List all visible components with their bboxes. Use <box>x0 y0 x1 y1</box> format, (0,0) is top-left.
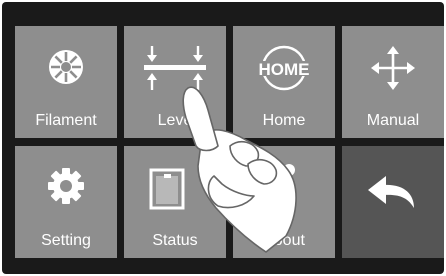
manual-label: Manual <box>366 112 420 129</box>
home-icon-text: HOME <box>259 60 310 79</box>
info-icon <box>283 164 295 206</box>
back-button[interactable] <box>342 146 444 258</box>
level-icon <box>144 46 206 90</box>
touchscreen: Filament Leve HOME Home Manual Setting S… <box>2 2 444 274</box>
status-label: Status <box>152 232 198 249</box>
back-arrow-icon <box>368 176 414 208</box>
printer-icon <box>149 168 185 210</box>
filament-label: Filament <box>35 112 97 129</box>
about-button[interactable]: About <box>233 146 335 258</box>
level-label: Leve <box>157 112 193 129</box>
manual-button[interactable]: Manual <box>342 26 444 138</box>
setting-label: Setting <box>41 232 91 249</box>
filament-button[interactable]: Filament <box>15 26 117 138</box>
home-label: Home <box>262 112 306 129</box>
home-button[interactable]: HOME Home <box>233 26 335 138</box>
level-button[interactable]: Leve <box>124 26 226 138</box>
setting-button[interactable]: Setting <box>15 146 117 258</box>
filament-icon <box>49 50 83 84</box>
status-button[interactable]: Status <box>124 146 226 258</box>
about-label: About <box>263 232 305 249</box>
gear-icon <box>48 168 84 204</box>
move-arrows-icon <box>371 46 415 90</box>
home-icon: HOME <box>257 45 311 91</box>
